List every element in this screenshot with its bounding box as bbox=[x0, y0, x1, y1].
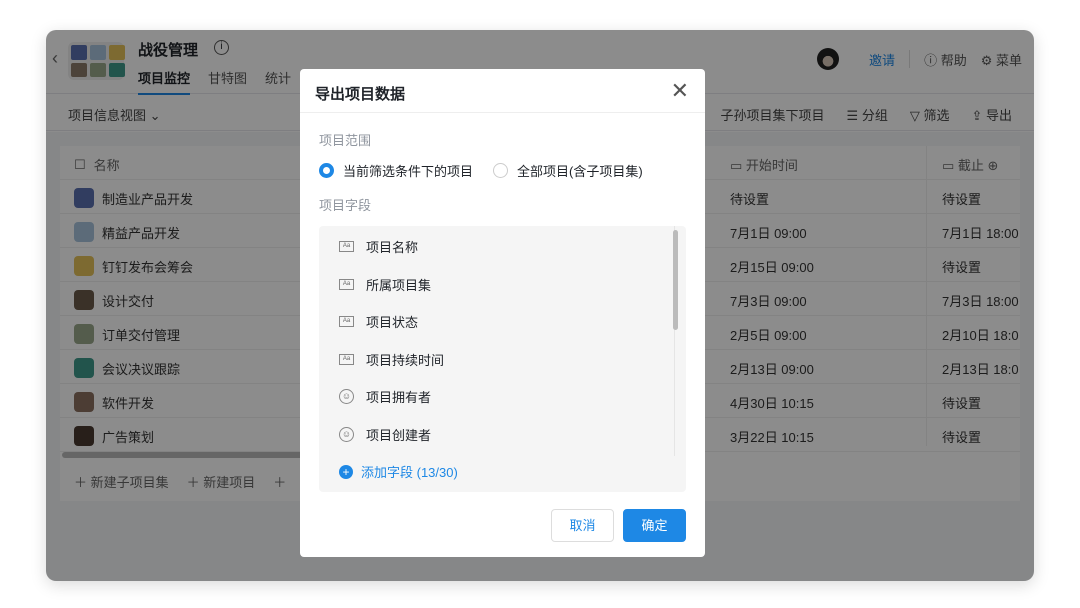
field-name: 项目状态 bbox=[366, 315, 419, 330]
radio-label: 当前筛选条件下的项目 bbox=[343, 164, 474, 179]
plus-circle-icon: + bbox=[339, 464, 353, 479]
person-icon: ☺ bbox=[339, 389, 354, 404]
field-name: 项目名称 bbox=[366, 240, 419, 255]
text-field-icon: Aa bbox=[339, 353, 354, 365]
field-item[interactable]: Aa 项目持续时间 bbox=[339, 350, 444, 369]
radio-label: 全部项目(含子项目集) bbox=[517, 164, 643, 179]
field-item[interactable]: Aa 项目状态 bbox=[339, 312, 418, 331]
confirm-button[interactable]: 确定 bbox=[623, 509, 686, 542]
text-field-icon: Aa bbox=[339, 241, 354, 252]
export-dialog: 导出项目数据 ✕ 项目范围 当前筛选条件下的项目 全部项目(含子项目集) 项目字… bbox=[300, 69, 705, 557]
person-circle-icon: ☺ bbox=[339, 426, 354, 442]
vertical-scrollbar[interactable] bbox=[673, 230, 678, 330]
close-icon[interactable]: ✕ bbox=[671, 78, 689, 104]
radio-unchecked-icon bbox=[493, 163, 509, 178]
field-name: 项目创建者 bbox=[366, 427, 432, 443]
add-field-label: 添加字段 (13/30) bbox=[361, 465, 458, 480]
text-field-icon: Aa bbox=[339, 278, 354, 290]
text-field-icon: Aa bbox=[339, 316, 354, 327]
scope-all-radio[interactable]: 全部项目(含子项目集) bbox=[493, 161, 643, 180]
scope-filtered-radio[interactable]: 当前筛选条件下的项目 bbox=[319, 161, 473, 180]
dialog-title: 导出项目数据 bbox=[315, 86, 406, 103]
field-item[interactable]: ☺ 项目创建者 bbox=[339, 425, 431, 444]
scope-label: 项目范围 bbox=[319, 133, 372, 148]
cancel-button[interactable]: 取消 bbox=[551, 509, 614, 542]
fields-label: 项目字段 bbox=[319, 198, 372, 213]
field-name: 所属项目集 bbox=[366, 277, 432, 293]
field-item[interactable]: Aa 项目名称 bbox=[339, 237, 418, 256]
radio-checked-icon bbox=[319, 163, 334, 178]
field-item[interactable]: Aa 所属项目集 bbox=[339, 275, 431, 294]
field-item[interactable]: ☺ 项目拥有者 bbox=[339, 387, 431, 406]
field-name: 项目拥有者 bbox=[366, 390, 432, 405]
add-field-button[interactable]: + 添加字段 (13/30) bbox=[339, 462, 458, 481]
field-list: Aa 项目名称 Aa 所属项目集 Aa 项目状态 Aa 项目持续时间 ☺ 项目拥有者 ☺ 项目创建者 … bbox=[319, 226, 686, 492]
field-name: 项目持续时间 bbox=[366, 352, 445, 368]
